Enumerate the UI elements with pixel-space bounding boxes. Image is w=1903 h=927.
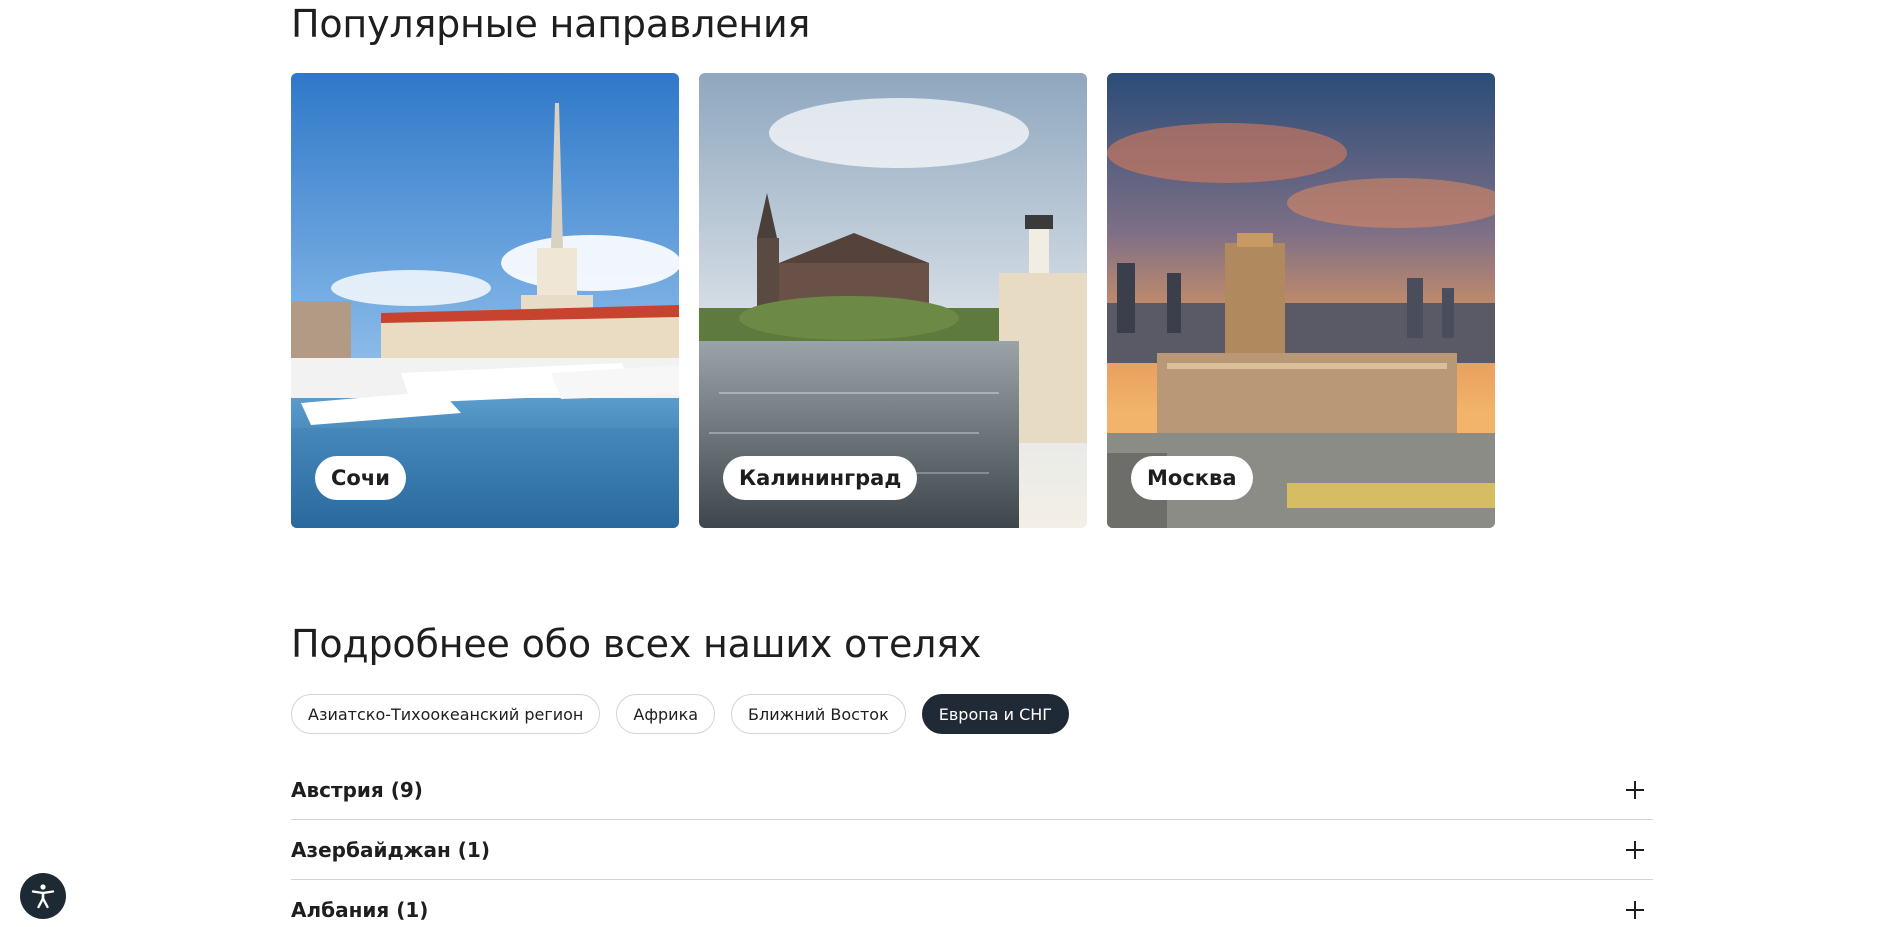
destination-card-kaliningrad[interactable]: Калининград xyxy=(699,73,1087,528)
region-chip-europe-cis[interactable]: Европа и СНГ xyxy=(921,694,1070,734)
country-row-albania[interactable]: Албания (1) xyxy=(291,880,1653,927)
plus-icon[interactable] xyxy=(1623,778,1647,802)
popular-destinations-title: Популярные направления xyxy=(291,2,811,46)
region-chip-middle-east[interactable]: Ближний Восток xyxy=(731,694,906,734)
accessibility-button[interactable] xyxy=(20,873,66,919)
accessibility-icon xyxy=(31,884,55,909)
country-label-albania: Албания (1) xyxy=(291,897,429,922)
destination-label-kaliningrad[interactable]: Калининград xyxy=(723,456,918,500)
destination-label-moscow[interactable]: Москва xyxy=(1131,456,1253,500)
plus-icon[interactable] xyxy=(1623,898,1647,922)
country-row-azerbaijan[interactable]: Азербайджан (1) xyxy=(291,820,1653,880)
region-chip-asia-pacific[interactable]: Азиатско-Тихоокеанский регион xyxy=(291,694,601,734)
country-accordion: Австрия (9) Азербайджан (1) Албания (1) xyxy=(291,760,1653,927)
destination-label-sochi[interactable]: Сочи xyxy=(315,456,406,500)
region-chip-africa[interactable]: Африка xyxy=(616,694,716,734)
destination-card-sochi[interactable]: Сочи xyxy=(291,73,679,528)
destination-card-moscow[interactable]: Москва xyxy=(1107,73,1495,528)
region-filter-chips: Азиатско-Тихоокеанский регион Африка Бли… xyxy=(291,694,1070,734)
all-hotels-title: Подробнее обо всех наших отелях xyxy=(291,622,982,666)
destination-cards: Сочи Калининград Москва xyxy=(291,73,1495,528)
country-row-austria[interactable]: Австрия (9) xyxy=(291,760,1653,820)
country-label-austria: Австрия (9) xyxy=(291,777,423,802)
plus-icon[interactable] xyxy=(1623,838,1647,862)
country-label-azerbaijan: Азербайджан (1) xyxy=(291,837,490,862)
